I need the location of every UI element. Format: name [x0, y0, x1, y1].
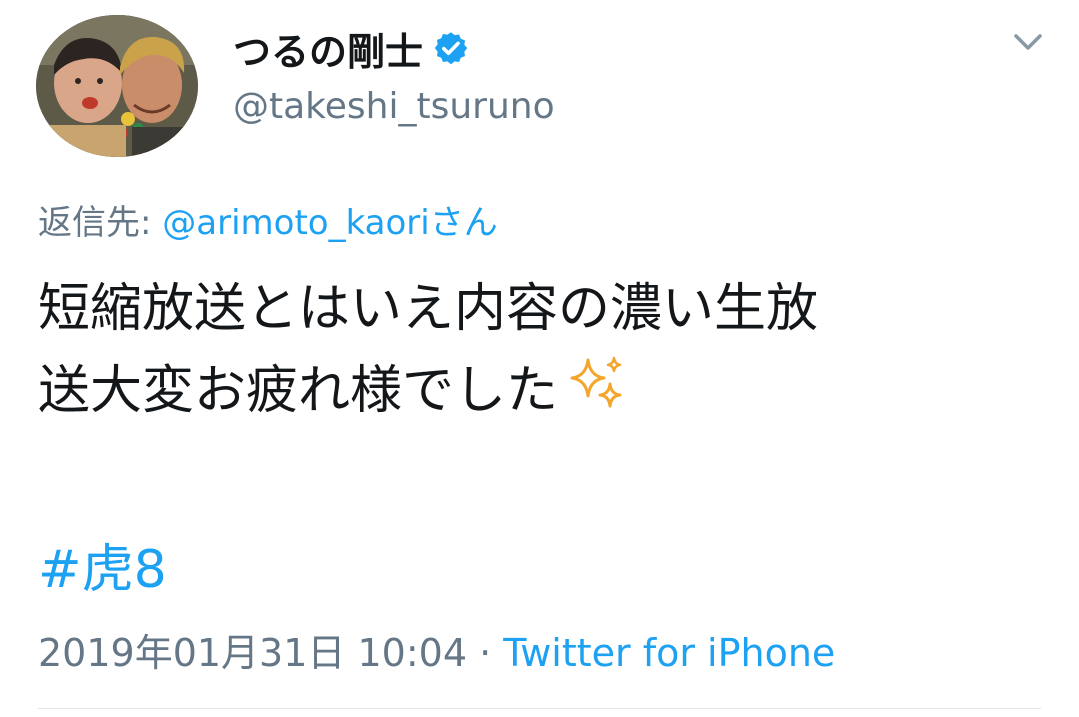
tweet-text-line-2: 送大変お疲れ様でした	[38, 361, 559, 421]
sparkles-emoji	[566, 354, 626, 414]
timestamp[interactable]: 2019年01月31日 10:04	[38, 631, 467, 675]
verified-badge-icon	[433, 30, 469, 66]
reply-context: 返信先: @arimoto_kaoriさん	[38, 195, 498, 244]
divider	[38, 708, 1041, 709]
source-link[interactable]: Twitter for iPhone	[503, 631, 835, 675]
chevron-down-icon[interactable]	[1008, 26, 1048, 56]
tweet-text: 短縮放送とはいえ内容の濃い生放 送大変お疲れ様でした	[38, 268, 1048, 432]
hashtag-link[interactable]: #虎8	[38, 527, 167, 602]
meta-separator: ·	[467, 631, 504, 675]
avatar-photo	[36, 15, 198, 157]
display-name[interactable]: つるの剛士	[233, 21, 423, 76]
reply-mention-link[interactable]: @arimoto_kaoriさん	[162, 203, 497, 243]
tweet-text-line-1: 短縮放送とはいえ内容の濃い生放	[38, 279, 819, 339]
tweet-meta: 2019年01月31日 10:04 · Twitter for iPhone	[38, 622, 835, 677]
avatar[interactable]	[36, 15, 198, 157]
author-handle[interactable]: @takeshi_tsuruno	[233, 86, 555, 127]
author-name-row[interactable]: つるの剛士	[233, 20, 469, 76]
reply-prefix: 返信先:	[38, 203, 163, 243]
